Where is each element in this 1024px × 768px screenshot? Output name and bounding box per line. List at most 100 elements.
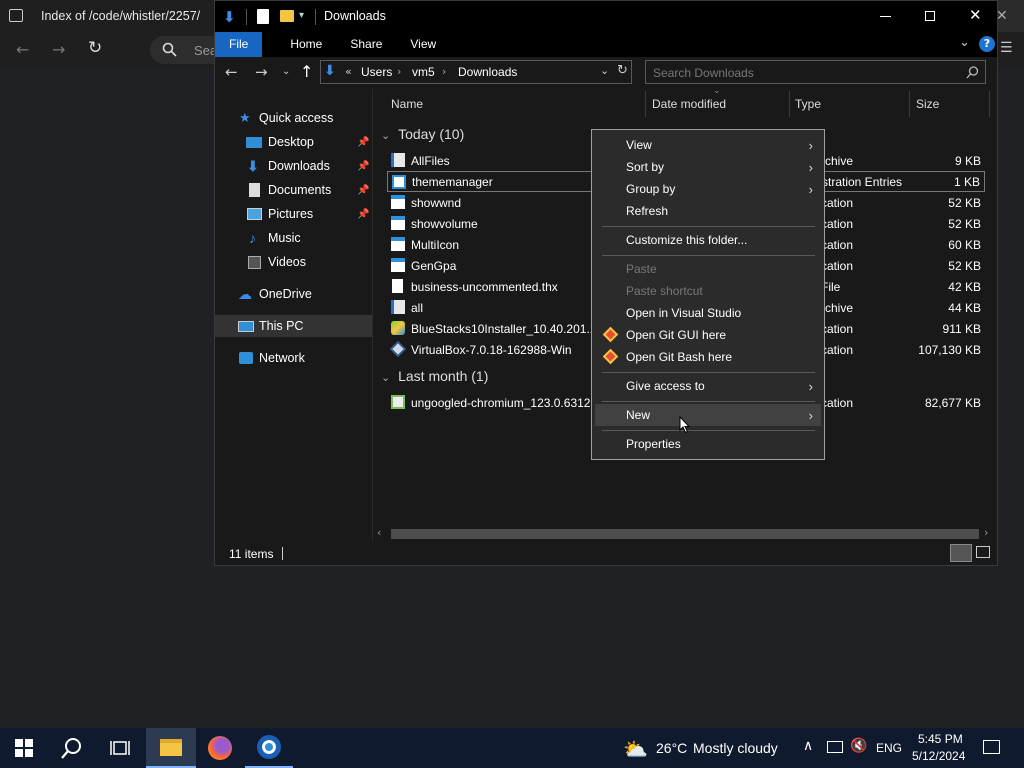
- column-separator[interactable]: [909, 91, 910, 117]
- taskbar-file-explorer[interactable]: [146, 728, 196, 768]
- minimize-icon[interactable]: [880, 16, 891, 17]
- file-name: BlueStacks10Installer_10.40.201.106: [411, 321, 610, 336]
- search-field[interactable]: Search Downloads: [645, 60, 986, 84]
- column-header-date[interactable]: Date modified: [652, 97, 726, 111]
- menu-item-give-access-to[interactable]: Give access to ›: [595, 375, 821, 397]
- tab-view[interactable]: View: [396, 32, 450, 57]
- menu-icon[interactable]: ☰: [1000, 40, 1013, 56]
- up-icon[interactable]: ↑: [300, 62, 313, 81]
- sidebar-item-downloads[interactable]: ⬇ Downloads 📌: [215, 155, 372, 177]
- maximize-icon[interactable]: [925, 11, 935, 21]
- taskbar-chromium[interactable]: [245, 728, 293, 768]
- expand-ribbon-icon[interactable]: ⌄: [959, 35, 970, 50]
- title-bar: ⬇ ▾ Downloads ✕: [215, 1, 997, 32]
- git-icon: [602, 348, 619, 365]
- taskbar-firefox[interactable]: [196, 728, 244, 768]
- menu-separator: [602, 226, 815, 227]
- tab-share[interactable]: Share: [336, 32, 396, 57]
- large-icons-view-icon[interactable]: [976, 546, 990, 558]
- back-icon[interactable]: ←: [16, 40, 29, 59]
- sidebar-item-videos[interactable]: Videos: [215, 251, 372, 273]
- menu-item-label: Properties: [626, 437, 681, 451]
- sidebar-item-music[interactable]: ♪ Music: [215, 227, 372, 249]
- sidebar-item-network[interactable]: Network: [215, 347, 372, 369]
- sidebar-item-onedrive[interactable]: ☁ OneDrive: [215, 283, 372, 305]
- tab-home[interactable]: Home: [276, 32, 336, 57]
- scroll-left-icon[interactable]: ‹: [377, 526, 381, 539]
- column-separator[interactable]: [645, 91, 646, 117]
- sidebar-item-pictures[interactable]: Pictures 📌: [215, 203, 372, 225]
- quick-download-icon[interactable]: ⬇: [223, 8, 236, 26]
- reload-icon[interactable]: ↻: [88, 38, 102, 58]
- help-icon[interactable]: ?: [979, 36, 995, 52]
- breadcrumb-vm5[interactable]: vm5: [412, 65, 435, 79]
- network-icon[interactable]: [827, 741, 843, 753]
- column-separator[interactable]: [789, 91, 790, 117]
- weather-cloud-icon[interactable]: ⛅: [623, 737, 648, 761]
- menu-item-open-in-visual-studio[interactable]: Open in Visual Studio: [595, 302, 821, 324]
- details-view-icon[interactable]: [950, 544, 972, 562]
- clock-time[interactable]: 5:45 PM: [918, 732, 963, 746]
- customize-qat-icon[interactable]: ▾: [299, 10, 304, 21]
- search-icon: [966, 66, 979, 79]
- properties-icon[interactable]: [257, 9, 269, 24]
- scroll-right-icon[interactable]: ›: [984, 526, 988, 539]
- weather-temp[interactable]: 26°C: [656, 740, 687, 756]
- menu-item-view[interactable]: View ›: [595, 134, 821, 156]
- hidden-icons-chevron-icon[interactable]: ∧: [803, 738, 813, 754]
- new-folder-icon[interactable]: [280, 10, 294, 22]
- back-icon[interactable]: ←: [225, 63, 238, 81]
- weather-desc[interactable]: Mostly cloudy: [693, 740, 778, 756]
- volume-muted-icon[interactable]: 🔇: [850, 738, 867, 754]
- scrollbar-thumb[interactable]: [391, 529, 979, 539]
- menu-item-open-git-bash[interactable]: Open Git Bash here: [595, 346, 821, 368]
- notifications-icon[interactable]: [983, 740, 1000, 754]
- browser-tab[interactable]: Index of /code/whistler/2257/: [0, 0, 214, 32]
- sidebar-item-label: Network: [259, 351, 305, 365]
- group-header-last-month[interactable]: ⌄ Last month (1): [381, 368, 488, 384]
- forward-icon[interactable]: →: [255, 63, 268, 81]
- clock-date[interactable]: 5/12/2024: [912, 749, 965, 763]
- refresh-icon[interactable]: ↻: [617, 63, 628, 78]
- installer-icon: [391, 395, 405, 409]
- menu-item-new[interactable]: New ›: [595, 404, 821, 426]
- file-type: cation: [821, 342, 854, 357]
- address-bar[interactable]: ⬇ « Users › vm5 › Downloads ⌄ ↻: [320, 60, 632, 84]
- file-name: showvolume: [411, 216, 478, 231]
- pictures-icon: [247, 208, 262, 220]
- column-header-name[interactable]: Name: [391, 97, 423, 111]
- column-separator[interactable]: [989, 91, 990, 117]
- menu-item-label: Refresh: [626, 204, 669, 218]
- tab-list-icon[interactable]: [9, 9, 23, 22]
- breadcrumb-downloads[interactable]: Downloads: [458, 65, 517, 79]
- menu-item-label: Paste: [626, 262, 657, 276]
- recent-locations-icon[interactable]: ⌄: [282, 66, 290, 77]
- menu-item-sort-by[interactable]: Sort by ›: [595, 156, 821, 178]
- pin-icon: 📌: [357, 136, 370, 148]
- menu-item-refresh[interactable]: Refresh: [595, 200, 821, 222]
- menu-item-group-by[interactable]: Group by ›: [595, 178, 821, 200]
- sidebar-item-this-pc[interactable]: This PC: [215, 315, 372, 337]
- search-button[interactable]: [48, 728, 96, 768]
- start-button[interactable]: [0, 728, 48, 768]
- tab-file[interactable]: File: [215, 32, 263, 57]
- menu-item-open-git-gui[interactable]: Open Git GUI here: [595, 324, 821, 346]
- language-indicator[interactable]: ENG: [876, 741, 902, 755]
- sidebar-item-desktop[interactable]: Desktop 📌: [215, 131, 372, 153]
- application-icon: [391, 195, 405, 209]
- browser-search-box[interactable]: Sea: [150, 36, 217, 64]
- forward-icon[interactable]: →: [52, 40, 65, 59]
- breadcrumb-prefix[interactable]: «: [345, 65, 352, 78]
- breadcrumb-users[interactable]: Users: [361, 65, 392, 79]
- column-header-type[interactable]: Type: [795, 97, 821, 111]
- horizontal-scrollbar[interactable]: ‹ ›: [373, 526, 997, 541]
- task-view-button[interactable]: [96, 728, 144, 768]
- menu-item-customize-folder[interactable]: Customize this folder...: [595, 229, 821, 251]
- address-history-icon[interactable]: ⌄: [600, 64, 609, 77]
- group-header-today[interactable]: ⌄ Today (10): [381, 126, 464, 142]
- menu-item-properties[interactable]: Properties: [595, 433, 821, 455]
- close-icon[interactable]: ✕: [969, 6, 982, 24]
- sidebar-item-quick-access[interactable]: ★ Quick access: [215, 107, 372, 129]
- column-header-size[interactable]: Size: [916, 97, 939, 111]
- sidebar-item-documents[interactable]: Documents 📌: [215, 179, 372, 201]
